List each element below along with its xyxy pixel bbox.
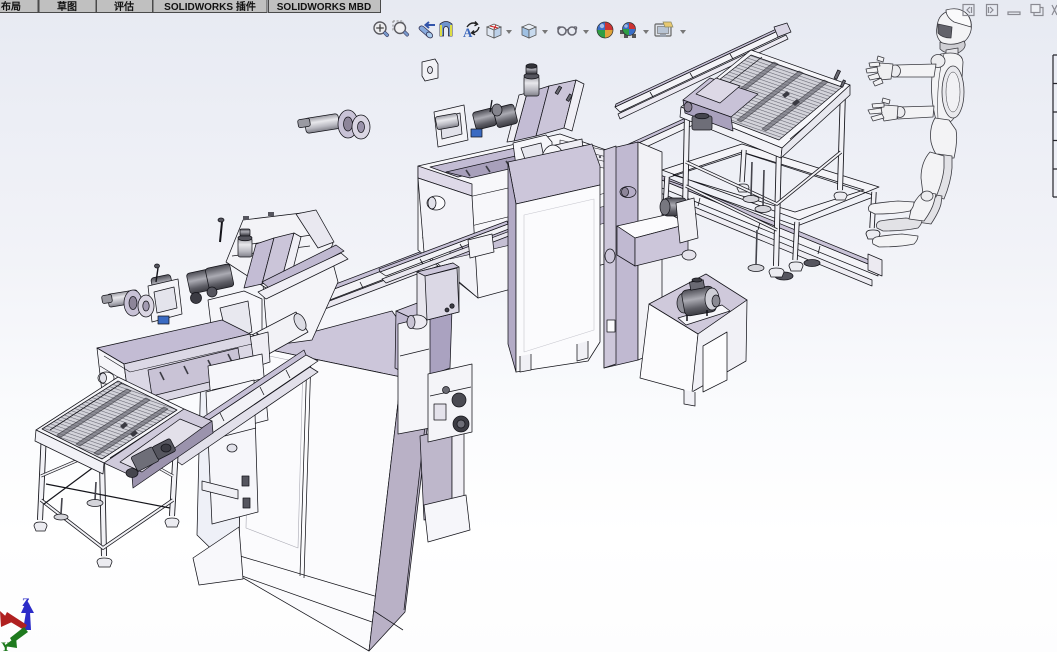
svg-text:评估: 评估 bbox=[114, 0, 134, 13]
svg-text:SOLIDWORKS 插件: SOLIDWORKS 插件 bbox=[164, 0, 256, 13]
svg-text:Y: Y bbox=[1, 639, 11, 652]
svg-text:布局: 布局 bbox=[1, 0, 21, 13]
svg-text:Z: Z bbox=[22, 595, 30, 609]
svg-text:SOLIDWORKS MBD: SOLIDWORKS MBD bbox=[277, 2, 371, 13]
svg-text:草图: 草图 bbox=[57, 0, 77, 13]
